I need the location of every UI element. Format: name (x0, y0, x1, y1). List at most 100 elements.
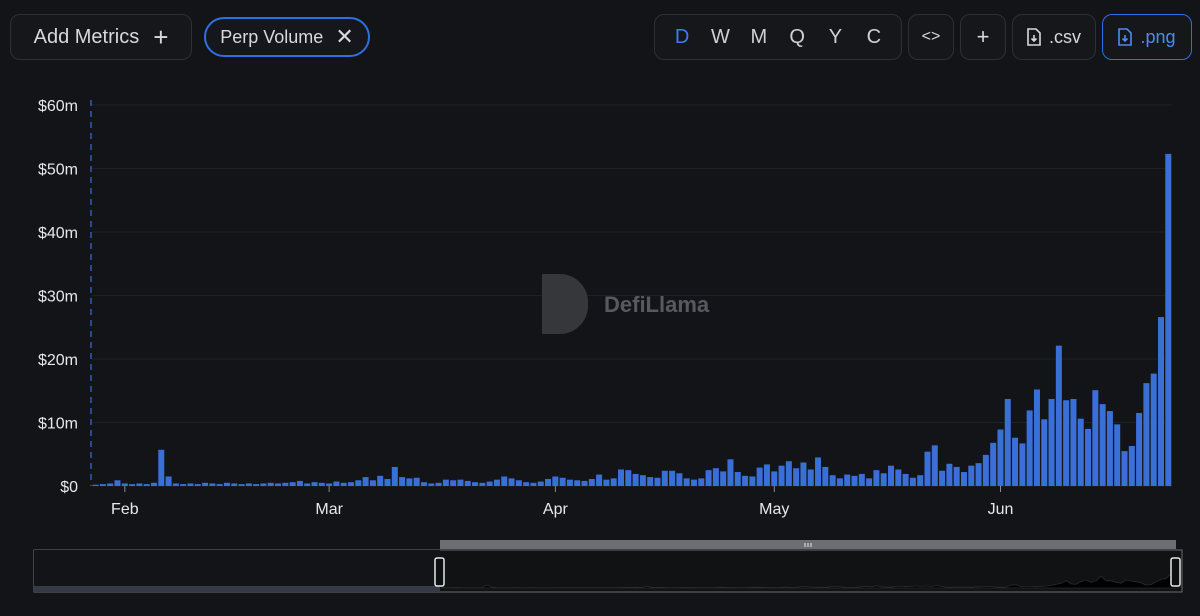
bar[interactable] (1099, 404, 1106, 486)
bar[interactable] (552, 476, 559, 486)
bar[interactable] (851, 475, 858, 486)
bar[interactable] (960, 472, 967, 486)
bar[interactable] (158, 449, 165, 486)
bar[interactable] (442, 479, 449, 486)
bar[interactable] (982, 454, 989, 486)
bar[interactable] (238, 484, 245, 486)
period-month-button[interactable]: M (745, 26, 773, 49)
bar[interactable] (450, 480, 457, 486)
bar[interactable] (1063, 400, 1070, 486)
bar[interactable] (778, 465, 785, 486)
bar[interactable] (676, 473, 683, 486)
bar[interactable] (413, 477, 420, 486)
bar[interactable] (873, 470, 880, 487)
bar[interactable] (683, 478, 690, 486)
bar[interactable] (129, 484, 136, 486)
bar[interactable] (457, 479, 464, 486)
bar[interactable] (114, 480, 121, 486)
bar[interactable] (545, 479, 552, 486)
bar[interactable] (844, 474, 851, 486)
bar[interactable] (508, 478, 515, 486)
download-png-button[interactable]: .png (1102, 14, 1192, 60)
bar[interactable] (326, 483, 333, 486)
bar[interactable] (603, 479, 610, 486)
metric-chip-perp-volume[interactable]: Perp Volume ✕ (204, 17, 370, 57)
bar[interactable] (472, 482, 479, 486)
bar[interactable] (150, 482, 157, 486)
bar[interactable] (231, 483, 238, 486)
bar[interactable] (1136, 412, 1143, 486)
bar[interactable] (632, 473, 639, 486)
bar[interactable] (515, 480, 522, 486)
bar[interactable] (1055, 345, 1062, 486)
bar[interactable] (318, 482, 325, 486)
bar[interactable] (785, 461, 792, 486)
bar[interactable] (917, 475, 924, 486)
bar[interactable] (523, 482, 530, 486)
bar[interactable] (1026, 410, 1033, 486)
bar[interactable] (348, 482, 355, 486)
bar[interactable] (720, 471, 727, 486)
bar[interactable] (391, 466, 398, 486)
bar[interactable] (530, 482, 537, 486)
bar[interactable] (202, 482, 209, 486)
bar[interactable] (406, 478, 413, 486)
bar[interactable] (1143, 383, 1150, 486)
navigator-handle-right[interactable] (1170, 557, 1181, 587)
bar[interactable] (975, 463, 982, 486)
bar[interactable] (245, 483, 252, 486)
bar[interactable] (479, 482, 486, 486)
bar[interactable] (333, 481, 340, 486)
bar[interactable] (369, 480, 376, 486)
bar[interactable] (537, 481, 544, 486)
bar[interactable] (895, 469, 902, 486)
bar[interactable] (822, 466, 829, 486)
bar[interactable] (858, 473, 865, 486)
bar[interactable] (639, 475, 646, 486)
bar[interactable] (464, 480, 471, 486)
bar[interactable] (771, 471, 778, 486)
bar[interactable] (866, 478, 873, 486)
bar[interactable] (924, 451, 931, 486)
bar[interactable] (209, 483, 216, 486)
bar[interactable] (800, 462, 807, 487)
bar[interactable] (1092, 390, 1099, 486)
bar[interactable] (1077, 418, 1084, 486)
bar[interactable] (1158, 317, 1165, 486)
bar[interactable] (1019, 443, 1026, 486)
bar[interactable] (420, 482, 427, 486)
bar[interactable] (1150, 373, 1157, 486)
bar[interactable] (399, 477, 406, 486)
bar[interactable] (990, 442, 997, 486)
bar[interactable] (712, 468, 719, 486)
embed-code-button[interactable]: <> (908, 14, 954, 60)
bar[interactable] (661, 470, 668, 486)
bar[interactable] (1012, 437, 1019, 486)
bar[interactable] (690, 479, 697, 486)
bar[interactable] (953, 466, 960, 486)
bar[interactable] (340, 482, 347, 486)
bar[interactable] (727, 459, 734, 486)
bar[interactable] (355, 480, 362, 486)
bar[interactable] (486, 481, 493, 486)
bar[interactable] (807, 469, 814, 486)
add-chart-button[interactable]: + (960, 14, 1006, 60)
bar[interactable] (311, 482, 318, 486)
bar[interactable] (1041, 419, 1048, 486)
bar[interactable] (121, 483, 128, 486)
bar[interactable] (625, 470, 632, 487)
bar[interactable] (435, 482, 442, 486)
bar[interactable] (705, 470, 712, 487)
bar[interactable] (880, 473, 887, 486)
bar[interactable] (136, 483, 143, 486)
bar[interactable] (282, 482, 289, 486)
bar[interactable] (931, 445, 938, 486)
bar[interactable] (1128, 446, 1135, 486)
bar[interactable] (793, 468, 800, 486)
bar[interactable] (734, 472, 741, 486)
bar[interactable] (997, 429, 1004, 486)
bar[interactable] (610, 478, 617, 486)
bar[interactable] (165, 476, 172, 486)
bar[interactable] (742, 475, 749, 486)
bar[interactable] (749, 476, 756, 486)
